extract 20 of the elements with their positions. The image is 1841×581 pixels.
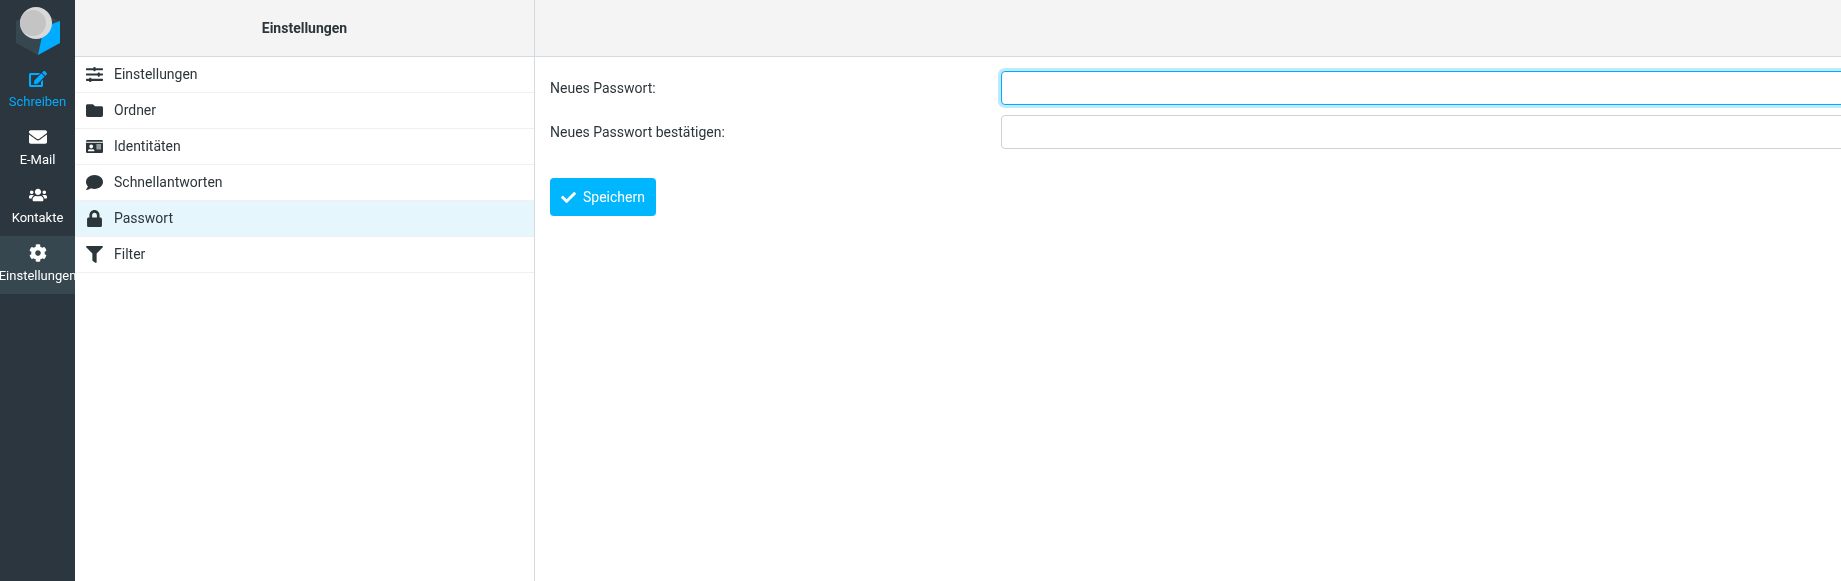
filter-icon xyxy=(85,246,103,263)
settings-section-item[interactable]: Passwort xyxy=(75,201,534,237)
nav-item[interactable]: Einstellungen xyxy=(0,236,75,294)
edit-icon xyxy=(28,70,47,89)
sliders-icon xyxy=(85,66,103,83)
password-field[interactable] xyxy=(1001,71,1841,105)
speech-bubble-icon xyxy=(85,174,103,191)
nav-item[interactable]: Schreiben xyxy=(0,62,75,120)
checkmark-icon xyxy=(561,189,576,205)
field-label: Neues Passwort: xyxy=(550,78,657,98)
password-field[interactable] xyxy=(1001,115,1841,149)
id-card-icon xyxy=(85,138,103,155)
envelope-icon xyxy=(28,128,47,147)
lock-icon xyxy=(85,210,103,227)
settings-icon xyxy=(28,244,47,263)
field-label: Neues Passwort bestätigen: xyxy=(550,122,726,142)
nav-item[interactable]: Kontakte xyxy=(0,178,75,236)
nav-item[interactable]: E-Mail xyxy=(0,120,75,178)
panel-title: Einstellungen xyxy=(261,18,348,38)
folder-icon xyxy=(85,102,103,119)
